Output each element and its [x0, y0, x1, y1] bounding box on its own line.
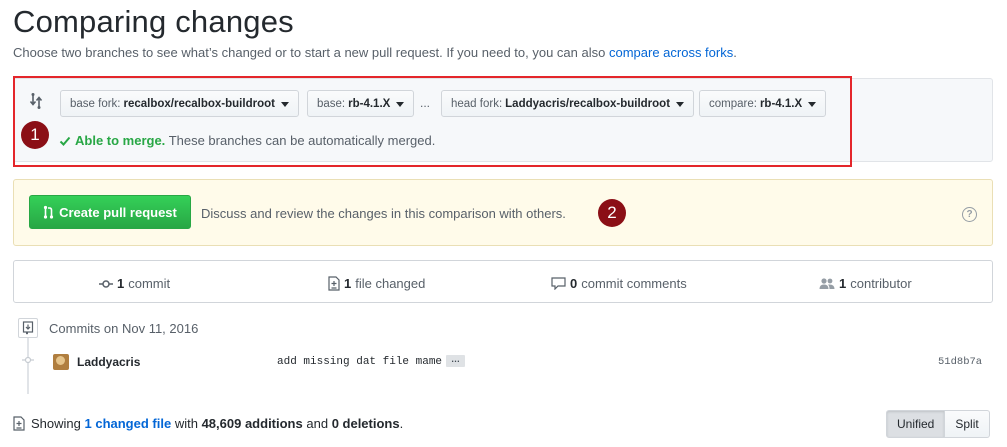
unified-view-button[interactable]: Unified	[886, 410, 946, 438]
question-icon[interactable]: ?	[962, 207, 977, 222]
stat-files-label: file changed	[355, 276, 426, 291]
commit-icon	[99, 279, 113, 288]
diff-view-toggle: Unified Split	[886, 410, 990, 438]
comment-icon	[551, 277, 566, 290]
file-diff-icon	[13, 416, 25, 431]
commit-message[interactable]: add missing dat file mame	[277, 356, 442, 368]
stat-commit-comments[interactable]: 0 commit comments	[551, 276, 687, 291]
summary-deletions: 0 deletions	[331, 416, 400, 431]
commit-author[interactable]: Laddyacris	[77, 355, 140, 369]
split-view-button[interactable]: Split	[945, 410, 990, 438]
subtitle-text: Choose two branches to see what’s change…	[13, 45, 609, 60]
commit-sha[interactable]: 51d8b7a	[938, 356, 982, 368]
stat-contributors-count: 1	[839, 276, 847, 291]
annotation-badge-1: 1	[21, 121, 49, 149]
git-commit-icon	[18, 318, 38, 338]
stat-comments-count: 0	[570, 276, 578, 291]
page-subtitle: Choose two branches to see what’s change…	[13, 45, 737, 60]
changed-files-link[interactable]: 1 changed file	[85, 416, 172, 431]
stat-comments-label: commit comments	[581, 276, 687, 291]
create-pull-request-button[interactable]: Create pull request	[29, 195, 191, 229]
stat-commits-label: commit	[128, 276, 171, 291]
stat-files-count: 1	[344, 276, 352, 291]
pull-request-description: Discuss and review the changes in this c…	[201, 206, 566, 221]
pull-request-icon	[44, 205, 54, 219]
summary-suffix: .	[399, 416, 404, 431]
stat-commits[interactable]: 1 commit	[99, 276, 170, 291]
summary-and: and	[306, 416, 329, 431]
stat-contributors-label: contributor	[850, 276, 912, 291]
diff-summary: Showing 1 changed file with 48,609 addit…	[13, 416, 403, 431]
expand-commit-button[interactable]: …	[446, 355, 465, 367]
avatar[interactable]	[53, 354, 69, 370]
file-diff-icon	[328, 276, 340, 291]
commits-date-header: Commits on Nov 11, 2016	[49, 321, 199, 336]
commit-dot-icon	[22, 356, 34, 364]
subtitle-period: .	[733, 45, 737, 60]
stat-files-changed[interactable]: 1 file changed	[328, 276, 425, 291]
page-title: Comparing changes	[13, 4, 294, 39]
annotation-badge-2: 2	[598, 199, 626, 227]
annotation-highlight-box	[13, 76, 852, 167]
stat-contributors[interactable]: 1 contributor	[819, 276, 912, 291]
summary-with: with	[174, 416, 198, 431]
compare-across-forks-link[interactable]: compare across forks	[609, 45, 733, 60]
commits-timeline	[27, 336, 29, 394]
summary-prefix: Showing	[31, 416, 81, 431]
summary-additions: 48,609 additions	[201, 416, 303, 431]
people-icon	[819, 278, 835, 289]
stat-commits-count: 1	[117, 276, 125, 291]
create-pull-request-label: Create pull request	[59, 204, 177, 220]
